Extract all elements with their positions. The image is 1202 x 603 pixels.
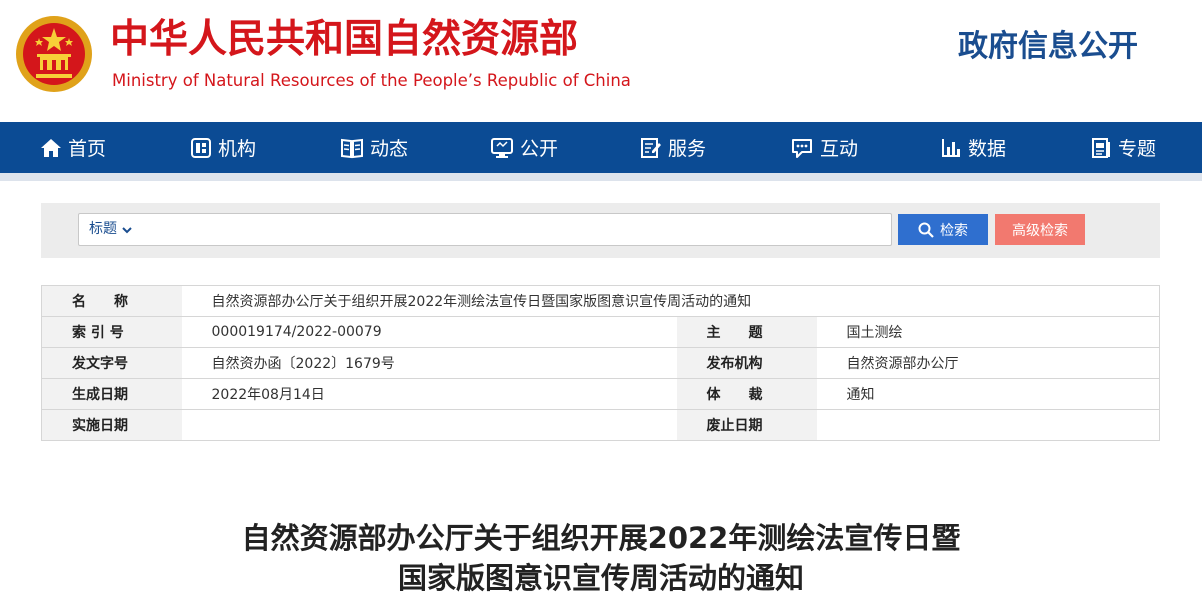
advanced-search-label: 高级检索 bbox=[1012, 222, 1068, 239]
meta-value-name: 自然资源部办公厅关于组织开展2022年测绘法宣传日暨国家版图意识宣传周活动的通知 bbox=[181, 285, 1160, 317]
nav-label: 数据 bbox=[968, 138, 1007, 160]
search-button[interactable]: 检索 bbox=[898, 214, 988, 245]
table-row: 生成日期 2022年08月14日 体 裁 通知 bbox=[41, 378, 1160, 410]
site-title-cn[interactable]: 中华人民共和国自然资源部 bbox=[110, 14, 578, 66]
meta-value-effective bbox=[181, 409, 677, 441]
meta-label-date: 生成日期 bbox=[41, 378, 182, 410]
meta-label-doc-no: 发文字号 bbox=[41, 347, 182, 379]
document-metadata-table: 名 称 自然资源部办公厅关于组织开展2022年测绘法宣传日暨国家版图意识宣传周活… bbox=[41, 285, 1160, 441]
document-icon bbox=[1092, 137, 1110, 158]
meta-label-name: 名 称 bbox=[41, 285, 182, 317]
monitor-icon bbox=[491, 137, 513, 158]
advanced-search-button[interactable]: 高级检索 bbox=[995, 214, 1085, 245]
nav-label: 机构 bbox=[218, 138, 257, 160]
nav-shadow-strip bbox=[0, 173, 1202, 181]
nav-label: 专题 bbox=[1118, 138, 1157, 160]
nav-label: 首页 bbox=[68, 138, 107, 160]
meta-label-expire: 废止日期 bbox=[676, 409, 817, 441]
nav-item-home[interactable]: 首页 bbox=[40, 122, 106, 173]
nav-item-service[interactable]: 服务 bbox=[640, 122, 706, 173]
nav-label: 互动 bbox=[820, 138, 859, 160]
bar-chart-icon bbox=[942, 138, 960, 157]
org-icon bbox=[191, 137, 211, 158]
nav-item-topics[interactable]: 专题 bbox=[1090, 122, 1156, 173]
article-title-line-1: 自然资源部办公厅关于组织开展2022年测绘法宣传日暨 bbox=[241, 521, 961, 555]
search-input[interactable] bbox=[149, 216, 888, 243]
nav-item-public[interactable]: 公开 bbox=[490, 122, 558, 173]
meta-label-index: 索 引 号 bbox=[41, 316, 182, 348]
search-icon bbox=[918, 222, 934, 238]
meta-label-effective: 实施日期 bbox=[41, 409, 182, 441]
meta-value-subject: 国土测绘 bbox=[816, 316, 1160, 348]
edit-icon bbox=[641, 137, 661, 158]
site-title-en[interactable]: Ministry of Natural Resources of the Peo… bbox=[112, 70, 631, 92]
meta-value-expire bbox=[816, 409, 1160, 441]
article-title: 自然资源部办公厅关于组织开展2022年测绘法宣传日暨 国家版图意识宣传周活动的通… bbox=[0, 518, 1202, 598]
nav-item-data[interactable]: 数据 bbox=[940, 122, 1006, 173]
nav-label: 服务 bbox=[668, 138, 707, 160]
search-type-label: 标题 bbox=[89, 221, 117, 237]
home-icon bbox=[41, 138, 61, 157]
nav-item-org[interactable]: 机构 bbox=[190, 122, 256, 173]
nav-item-interact[interactable]: 互动 bbox=[790, 122, 858, 173]
site-header: 中华人民共和国自然资源部 Ministry of Natural Resourc… bbox=[0, 0, 1202, 122]
book-icon bbox=[341, 138, 363, 158]
table-row: 名 称 自然资源部办公厅关于组织开展2022年测绘法宣传日暨国家版图意识宣传周活… bbox=[41, 285, 1160, 317]
article-title-line-2: 国家版图意识宣传周活动的通知 bbox=[397, 561, 804, 595]
meta-label-issuer: 发布机构 bbox=[676, 347, 817, 379]
table-row: 索 引 号 000019174/2022-00079 主 题 国土测绘 bbox=[41, 316, 1160, 348]
chat-icon bbox=[792, 138, 812, 158]
meta-value-genre: 通知 bbox=[816, 378, 1160, 410]
table-row: 发文字号 自然资办函〔2022〕1679号 发布机构 自然资源部办公厅 bbox=[41, 347, 1160, 379]
section-title[interactable]: 政府信息公开 bbox=[958, 26, 1138, 68]
search-type-select[interactable]: 标题 bbox=[89, 214, 133, 245]
search-button-label: 检索 bbox=[940, 222, 968, 239]
meta-value-issuer: 自然资源部办公厅 bbox=[816, 347, 1160, 379]
chevron-down-icon bbox=[122, 226, 132, 233]
national-emblem-icon[interactable] bbox=[14, 14, 94, 94]
search-box: 标题 bbox=[78, 213, 892, 246]
meta-label-subject: 主 题 bbox=[676, 316, 817, 348]
meta-value-date: 2022年08月14日 bbox=[181, 378, 677, 410]
nav-label: 公开 bbox=[520, 138, 559, 160]
main-nav: 首页 机构 动态 公开 服务 互动 数据 专题 bbox=[0, 122, 1202, 173]
meta-value-index: 000019174/2022-00079 bbox=[181, 316, 677, 348]
meta-value-doc-no: 自然资办函〔2022〕1679号 bbox=[181, 347, 677, 379]
table-row: 实施日期 废止日期 bbox=[41, 409, 1160, 441]
nav-item-news[interactable]: 动态 bbox=[340, 122, 408, 173]
meta-label-genre: 体 裁 bbox=[676, 378, 817, 410]
nav-label: 动态 bbox=[370, 138, 409, 160]
